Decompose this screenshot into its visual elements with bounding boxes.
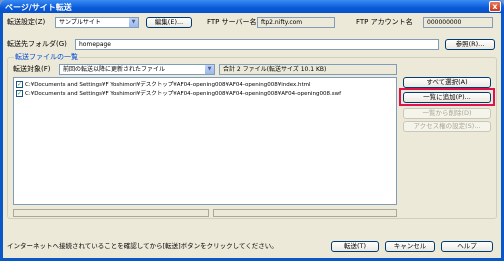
checkbox-checked-icon[interactable]: ✓ [16, 89, 23, 97]
chevron-down-icon[interactable]: ▼ [204, 65, 214, 74]
ftp-server-field: ftp2.nifty.com [257, 17, 335, 28]
footer-message: インターネットへ接続されていることを確認してから[転送]ボタンをクリックしてくだ… [7, 242, 278, 250]
transfer-target-value: 前回の転送以降に更新されたファイル [63, 66, 166, 73]
file-list-group-title: 転送ファイルの一覧 [14, 53, 79, 62]
list-item[interactable]: ✓ C:¥Documents and Settings¥F Yoshimori¥… [16, 80, 311, 88]
transfer-settings-value: サンプルサイト [59, 19, 101, 26]
dialog-body: 転送設定(Z) サンプルサイト ▼ 編集(E)... FTP サーバー名 ftp… [3, 13, 501, 258]
ftp-account-field: 000000000 [423, 17, 493, 28]
transfer-dialog: ページ/サイト転送 x 転送設定(Z) サンプルサイト ▼ 編集(E)... F… [0, 0, 504, 261]
help-button[interactable]: ヘルプ [441, 241, 493, 252]
checkbox-checked-icon[interactable]: ✓ [16, 80, 23, 88]
close-button[interactable]: x [489, 1, 501, 12]
transfer-button[interactable]: 転送(T) [331, 241, 379, 252]
dest-folder-input[interactable]: homepage [75, 39, 439, 50]
cancel-button[interactable]: キャンセル [385, 241, 435, 252]
chevron-down-icon[interactable]: ▼ [128, 18, 138, 27]
file-list[interactable]: ✓ C:¥Documents and Settings¥F Yoshimori¥… [13, 77, 397, 205]
transfer-target-label: 転送対象(F) [13, 65, 51, 73]
title-bar[interactable]: ページ/サイト転送 x [0, 0, 504, 13]
transfer-settings-combo[interactable]: サンプルサイト ▼ [55, 17, 139, 28]
file-path: C:¥Documents and Settings¥F Yoshimori¥デス… [25, 82, 311, 88]
transfer-settings-label: 転送設定(Z) [7, 18, 46, 26]
file-path: C:¥Documents and Settings¥F Yoshimori¥デス… [25, 91, 342, 97]
browse-button[interactable]: 参照(R)... [445, 39, 495, 50]
add-to-list-button[interactable]: 一覧に追加(P)... [403, 92, 491, 103]
edit-button[interactable]: 編集(E)... [146, 17, 192, 28]
transfer-summary: 合計 2 ファイル(転送サイズ 10.1 KB) [219, 64, 397, 75]
remove-from-list-button[interactable]: 一覧から削除(D) [403, 108, 491, 119]
progress-box-right [213, 209, 397, 217]
list-item[interactable]: ✓ C:¥Documents and Settings¥F Yoshimori¥… [16, 89, 341, 97]
ftp-server-label: FTP サーバー名 [207, 18, 257, 26]
window-title: ページ/サイト転送 [5, 3, 72, 12]
access-settings-button[interactable]: アクセス権の設定(S)... [403, 121, 491, 132]
transfer-target-combo[interactable]: 前回の転送以降に更新されたファイル ▼ [59, 64, 215, 75]
select-all-button[interactable]: すべて選択(A) [403, 77, 491, 88]
ftp-account-label: FTP アカウント名 [356, 18, 413, 26]
dest-folder-label: 転送先フォルダ(G) [7, 40, 67, 48]
progress-box-left [13, 209, 209, 217]
